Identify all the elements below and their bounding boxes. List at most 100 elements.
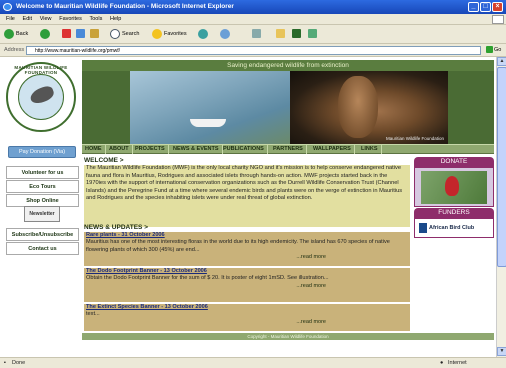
status-text: Done <box>12 360 26 366</box>
menu-favorites[interactable]: Favorites <box>59 14 82 25</box>
nav-wallpapers[interactable]: WALLPAPERS <box>310 145 355 154</box>
menu-bar: File Edit View Favorites Tools Help <box>0 14 506 25</box>
tagline: Saving endangered wildlife from extincti… <box>82 60 494 71</box>
maximize-button[interactable]: □ <box>480 2 491 12</box>
star-icon <box>152 28 162 39</box>
sidebar-item-contact[interactable]: Contact us <box>6 242 79 255</box>
menu-view[interactable]: View <box>40 14 52 25</box>
news-item: Rare plants - 31 October 2006 Mauritius … <box>84 232 410 266</box>
folder-icon <box>276 29 285 39</box>
donate-heading: DONATE <box>414 157 494 167</box>
windows-logo-icon <box>492 15 504 24</box>
stop-button[interactable] <box>62 28 71 41</box>
status-bar: ▪ Done ● Internet <box>0 357 506 368</box>
lagoon-photo <box>130 71 290 144</box>
bat-shape <box>338 76 378 138</box>
funder-name: African Bird Club <box>429 225 475 231</box>
fruit-bat-photo: Mauritian Wildlife Foundation <box>290 71 448 144</box>
nav-projects[interactable]: PROJECTS <box>132 145 169 154</box>
scroll-up-icon[interactable]: ▲ <box>497 57 506 66</box>
nav-links[interactable]: LINKS <box>358 145 382 154</box>
search-button[interactable]: Search <box>110 28 139 41</box>
minimize-button[interactable]: _ <box>468 2 479 12</box>
page-footer: Copyright - Mauritian Wildlife Foundatio… <box>82 333 494 340</box>
news-item-body: Mauritius has one of the most interestin… <box>86 239 390 253</box>
welcome-heading: WELCOME > <box>84 157 124 164</box>
news-item-title[interactable]: Rare plants - 31 October 2006 <box>86 232 408 239</box>
toolbar: Back Search Favorites <box>0 25 506 44</box>
vertical-scrollbar[interactable]: ▲ ▼ <box>496 57 506 357</box>
news-item-body: text... <box>86 311 100 318</box>
refresh-icon <box>76 29 85 39</box>
stop-icon <box>62 29 71 39</box>
globe-icon: ● <box>440 360 444 366</box>
tools-icon <box>308 29 317 39</box>
read-more-link[interactable]: ...read more <box>86 283 408 290</box>
funders-panel[interactable]: African Bird Club <box>414 218 494 238</box>
address-input[interactable]: http://www.mauritian-wildlife.org/pmwf/ <box>26 46 481 55</box>
scroll-down-icon[interactable]: ▼ <box>497 347 506 356</box>
folder-button[interactable] <box>276 28 285 41</box>
newsletter-button[interactable]: Newsletter <box>24 206 60 222</box>
menu-tools[interactable]: Tools <box>90 14 103 25</box>
zone-text: Internet <box>448 360 467 366</box>
window-title-bar: Welcome to Mauritian Wildlife Foundation… <box>0 0 506 14</box>
forward-button[interactable] <box>40 28 52 41</box>
donate-panel[interactable] <box>414 167 494 207</box>
home-icon <box>90 29 99 39</box>
menu-help[interactable]: Help <box>110 14 121 25</box>
news-item: The Extinct Species Banner - 13 October … <box>84 304 410 331</box>
nav-home[interactable]: HOME <box>82 145 106 154</box>
mail-button[interactable] <box>252 28 261 41</box>
read-more-link[interactable]: ...read more <box>86 319 408 326</box>
nav-publications[interactable]: PUBLICATIONS <box>220 145 268 154</box>
main-nav: HOME ABOUT PROJECTS NEWS & EVENTS PUBLIC… <box>82 144 494 154</box>
boat-shape <box>190 119 226 127</box>
scroll-thumb[interactable] <box>497 67 506 267</box>
go-button[interactable]: Go <box>486 46 504 55</box>
page-icon: ▪ <box>4 360 6 366</box>
sidebar-item-subscribe[interactable]: Subscribe/Unsubscribe <box>6 228 79 241</box>
sidebar-item-volunteer[interactable]: Volunteer for us <box>6 166 79 179</box>
media-button[interactable] <box>198 28 210 41</box>
news-item-body: Obtain the Dodo Footprint Banner for the… <box>86 275 329 282</box>
favorites-button[interactable]: Favorites <box>152 28 187 41</box>
home-button[interactable] <box>90 28 99 41</box>
red-bird-icon <box>445 176 459 196</box>
banner-edge <box>448 71 494 144</box>
welcome-text: The Mauritian Wildlife Foundation (MWF) … <box>84 165 410 227</box>
nav-news-events[interactable]: NEWS & EVENTS <box>170 145 223 154</box>
nav-about[interactable]: ABOUT <box>106 145 133 154</box>
photo-caption: Mauritian Wildlife Foundation <box>385 136 444 141</box>
menu-file[interactable]: File <box>6 14 15 25</box>
funder-logo-icon <box>419 223 427 233</box>
messenger-icon <box>292 29 301 39</box>
search-icon <box>110 28 120 39</box>
back-button[interactable]: Back <box>4 28 28 41</box>
mail-icon <box>252 29 261 39</box>
tools-button[interactable] <box>308 28 317 41</box>
back-arrow-icon <box>4 28 14 39</box>
nav-partners[interactable]: PARTNERS <box>270 145 307 154</box>
menu-edit[interactable]: Edit <box>23 14 32 25</box>
go-arrow-icon <box>486 46 493 54</box>
sidebar-item-eco-tours[interactable]: Eco Tours <box>6 180 79 193</box>
address-bar: Address http://www.mauritian-wildlife.or… <box>0 44 506 57</box>
pay-donation-button[interactable]: Pay Donation (Via) <box>8 146 76 158</box>
messenger-button[interactable] <box>292 28 301 41</box>
news-item-title[interactable]: The Extinct Species Banner - 13 October … <box>86 304 408 311</box>
address-label: Address <box>4 47 25 53</box>
news-item-title[interactable]: The Dodo Footprint Banner - 13 October 2… <box>86 268 408 275</box>
mwf-logo[interactable]: MAURITIAN WILDLIFE FOUNDATION <box>6 62 76 132</box>
window-title: Welcome to Mauritian Wildlife Foundation… <box>16 3 234 10</box>
ie-icon <box>3 3 12 11</box>
refresh-button[interactable] <box>76 28 85 41</box>
news-item: The Dodo Footprint Banner - 13 October 2… <box>84 268 410 302</box>
close-button[interactable]: × <box>492 2 503 12</box>
history-button[interactable] <box>220 28 232 41</box>
funders-heading: FUNDERS <box>414 208 494 218</box>
news-heading: NEWS & UPDATES > <box>84 224 148 231</box>
forward-arrow-icon <box>40 28 50 39</box>
history-icon <box>220 28 230 39</box>
read-more-link[interactable]: ...read more <box>86 254 408 261</box>
